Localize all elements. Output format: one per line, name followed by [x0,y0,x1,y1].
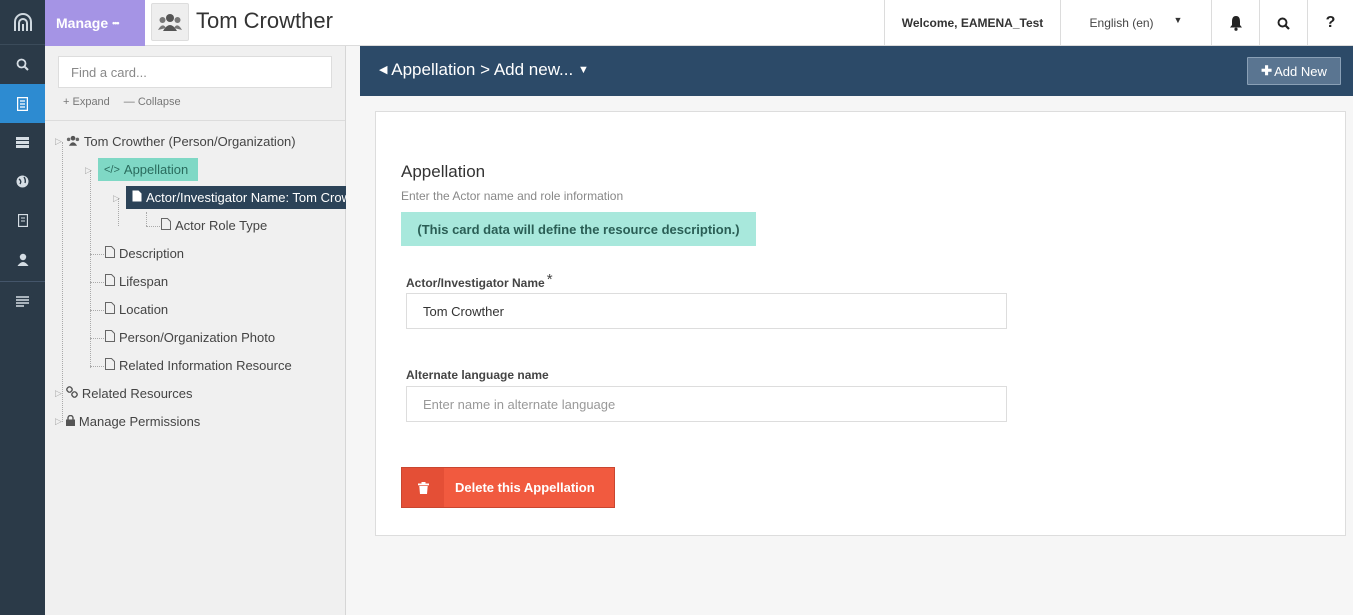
tree-node-appellation[interactable]: </> Appellation [98,158,199,181]
person-group-icon [66,134,80,149]
tree-node-label: Appellation [123,162,189,177]
tree-node-lifespan[interactable]: Lifespan [105,274,168,289]
app-root: Manage ••• Tom Crowther Welcome, EAMENA_… [0,0,1353,615]
alternate-language-input[interactable] [406,386,1007,422]
collapse-triangle-icon: ▷ [85,165,92,175]
tree-node-related-info[interactable]: Related Information Resource [105,358,292,373]
tree-node-label: Person/Organization Photo [119,330,276,345]
welcome-user[interactable]: Welcome, EAMENA_Test [884,0,1060,46]
collapse-triangle-icon: ▷ [55,136,62,146]
tree-node-location[interactable]: Location [105,302,168,317]
language-select[interactable]: English (en) ▼ [1060,0,1211,46]
tree-line [90,366,104,367]
tree-node-actor-role[interactable]: Actor Role Type [161,218,267,233]
actor-name-input[interactable] [406,293,1007,329]
card-tree-panel: + Expand — Collapse ▷ Tom Crowther (Pers… [45,46,356,615]
tree-node-label: Actor/Investigator Name: Tom Crowther [146,190,346,205]
rail-notes-icon[interactable] [0,282,45,321]
tree-node-label: Location [119,302,169,317]
rail-resource-icon[interactable] [0,84,45,123]
file-icon [105,358,115,373]
tree-line [146,226,160,227]
card-header-bar: ◀ Appellation > Add new... ▼ ✚ Add New [360,46,1353,96]
tree-node-label: Lifespan [119,274,169,289]
tree-node-permissions[interactable]: ▷ Manage Permissions [55,414,200,429]
tree-line [90,310,104,311]
file-icon [105,246,115,261]
tree-line [90,338,104,339]
notifications-bell-icon[interactable] [1211,0,1259,46]
caret-left-icon: ◀ [379,64,388,76]
manage-label: Manage [56,15,109,31]
manage-dots-icon: ••• [112,18,120,28]
collapse-triangle-icon: ▷ [55,416,62,426]
actor-name-label: Actor/Investigator Name * [406,271,553,290]
top-header: Manage ••• Tom Crowther Welcome, EAMENA_… [45,0,1353,46]
rail-bookmark-icon[interactable] [0,201,45,240]
tree-node-label: Description [119,246,185,261]
header-search-icon[interactable] [1259,0,1307,46]
breadcrumb-text: Appellation > Add new... [391,60,574,79]
caret-down-icon: ▼ [1173,15,1183,25]
file-icon [132,190,142,205]
add-new-button[interactable]: ✚ Add New [1247,57,1341,85]
plus-icon: ✚ [1261,63,1273,78]
link-icon [66,386,78,401]
collapse-triangle-icon: ▷ [113,193,120,203]
tree-node-photo[interactable]: Person/Organization Photo [105,330,275,345]
expand-collapse-controls: + Expand — Collapse [63,96,181,108]
find-card-input[interactable] [58,56,332,88]
rail-user-icon[interactable] [0,240,45,279]
rail-list-icon[interactable] [0,123,45,162]
caret-down-icon: ▼ [577,64,589,76]
tree-line [90,254,104,255]
card-subtitle: Enter the Actor name and role informatio… [401,189,624,203]
main-gutter [346,46,360,615]
arches-logo[interactable] [0,0,45,45]
add-new-label: Add New [1274,63,1327,79]
tree-node-label: Actor Role Type [175,218,268,233]
rail-globe-icon[interactable] [0,162,45,201]
tree-node-actor-name[interactable]: Actor/Investigator Name: Tom Crowther [126,186,346,209]
tree-node-root[interactable]: ▷ Tom Crowther (Person/Organization) [55,134,296,149]
file-icon [105,330,115,345]
tree-divider [45,120,345,121]
required-marker: * [546,271,553,288]
collapse-triangle-icon: ▷ [55,388,62,398]
tree-node-label: Related Resources [81,386,193,401]
expand-link[interactable]: + Expand [63,96,110,108]
help-button[interactable]: ? [1307,0,1353,46]
delete-appellation-button[interactable]: Delete this Appellation [401,467,615,508]
delete-label: Delete this Appellation [455,480,595,495]
lock-icon [65,414,75,429]
collapse-link[interactable]: — Collapse [124,96,181,108]
tree-line [90,282,104,283]
tree-node-description[interactable]: Description [105,246,184,261]
code-icon: </> [104,163,120,176]
arches-logo-icon [13,13,32,31]
resource-description-note: (This card data will define the resource… [401,212,756,246]
rail-search-icon[interactable] [0,45,45,84]
tree-node-label: Manage Permissions [78,414,201,429]
tree-node-label: Tom Crowther (Person/Organization) [83,134,296,149]
tree-line [62,142,63,422]
trash-icon [402,468,444,507]
person-group-icon [151,3,189,41]
tree-line [146,212,147,226]
left-nav-rail [0,0,45,615]
card-title: Appellation [401,162,486,181]
language-value: English (en) [1089,16,1154,30]
card-breadcrumb[interactable]: ◀ Appellation > Add new... ▼ [379,60,589,80]
file-icon [105,274,115,289]
tree-node-related-resources[interactable]: ▷ Related Resources [55,386,192,401]
tree-node-label: Related Information Resource [119,358,292,373]
appellation-card: Appellation Enter the Actor name and rol… [375,111,1346,536]
file-icon [105,302,115,317]
alternate-language-label: Alternate language name [406,368,549,382]
file-icon [161,218,171,233]
resource-title: Tom Crowther [196,8,333,33]
manage-menu-button[interactable]: Manage ••• [45,0,145,46]
